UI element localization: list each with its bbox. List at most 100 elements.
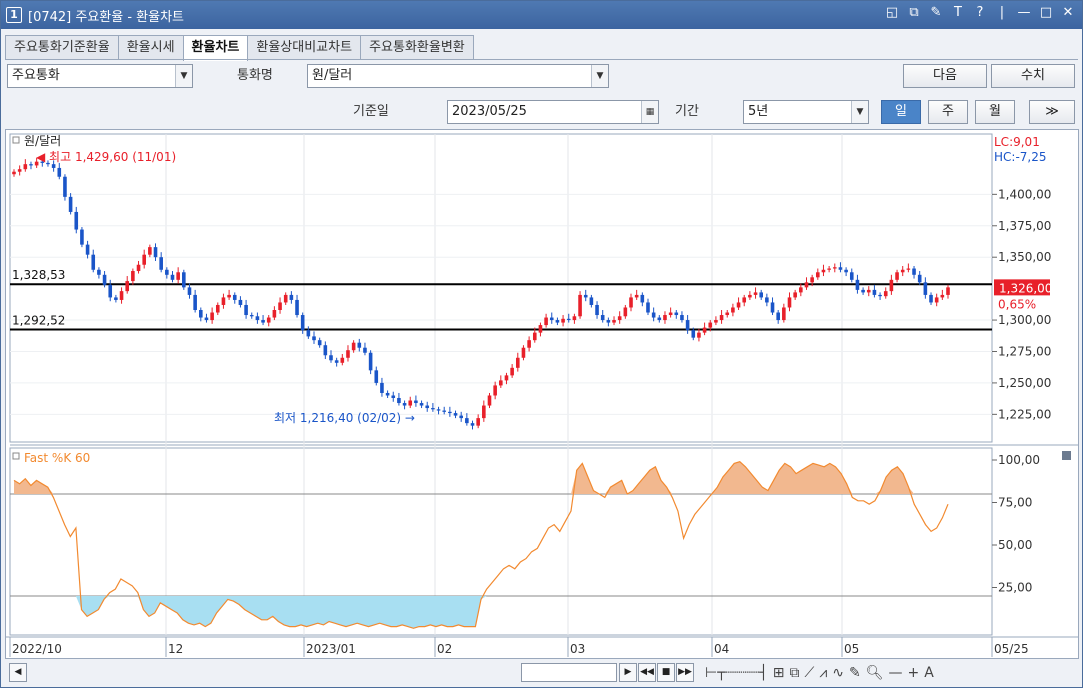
zoom-in-icon[interactable]: + [907, 665, 919, 681]
candle-body [765, 297, 769, 303]
period-select[interactable]: 5년 ▼ [743, 100, 869, 124]
zoom-slider-icon[interactable]: ⊢┬┈┈┈┈┤ [705, 665, 768, 681]
scroll-thumb[interactable] [521, 663, 617, 682]
tab-0[interactable]: 주요통화기준환율 [5, 35, 119, 60]
tab-3[interactable]: 환율상대비교차트 [247, 35, 362, 60]
period-button-0[interactable]: 일 [881, 100, 921, 124]
candle-body [419, 403, 424, 406]
window-number-icon[interactable]: 1 [6, 7, 22, 23]
scroll-right-icon[interactable]: ▶ [619, 663, 637, 682]
candle-body [770, 302, 775, 313]
candle-body [640, 294, 645, 303]
candle-body [187, 287, 192, 295]
titlebar-icon-7[interactable]: □ [1038, 5, 1054, 20]
candle-body [306, 330, 311, 337]
font-icon[interactable]: A [924, 665, 934, 681]
candle-body [487, 395, 492, 406]
candle-body [900, 269, 905, 273]
title-bar: 1 [0742] 주요환율 - 환율차트 ◱ ⧉ ✎ T? | — □ ✕ [1, 1, 1082, 29]
rewind-icon[interactable]: ◀◀ [638, 663, 656, 682]
stop-icon[interactable]: ■ [657, 663, 675, 682]
value-button[interactable]: 수치 [991, 64, 1075, 88]
titlebar-icon-2[interactable]: ✎ [928, 5, 944, 20]
candle-body [555, 320, 560, 323]
candle-body [929, 294, 933, 303]
zoom-out-icon[interactable]: — [888, 665, 902, 681]
candle-body [414, 400, 418, 404]
candle-body [453, 413, 458, 416]
candle-body [561, 318, 565, 323]
titlebar-icon-4[interactable]: ? [972, 5, 988, 20]
candle-body [521, 347, 526, 358]
split-icon[interactable]: ⧉ [790, 665, 800, 681]
wave-tool-icon[interactable]: ∿ [832, 665, 844, 681]
candle-body [923, 282, 928, 295]
titlebar-icon-5[interactable]: | [994, 5, 1010, 20]
candle-body [832, 267, 837, 269]
reference-line-label: 1,328,53 [12, 268, 65, 282]
titlebar-icon-8[interactable]: ✕ [1060, 5, 1076, 20]
titlebar-icon-0[interactable]: ◱ [884, 5, 900, 20]
chevron-down-icon[interactable]: ▼ [851, 101, 868, 123]
candle-body [97, 269, 101, 275]
candle-body [793, 292, 797, 298]
candle-body [866, 289, 871, 293]
currency-group-select[interactable]: 주요통화 ▼ [7, 64, 193, 88]
currency-select[interactable]: 원/달러 ▼ [307, 64, 609, 88]
candle-body [334, 360, 339, 363]
window-title: [0742] 주요환율 - 환율차트 [28, 9, 184, 25]
candle-body [589, 297, 594, 305]
draw-tool-icon[interactable]: ✎ [849, 665, 861, 681]
y-tick-label: 1,225,00 [998, 407, 1051, 421]
titlebar-icon-6[interactable]: — [1016, 5, 1032, 20]
candle-body [295, 299, 299, 316]
candle-body [849, 272, 854, 280]
candle-body [374, 370, 379, 383]
candle-body [827, 268, 831, 270]
candle-body [215, 304, 220, 313]
candle-body [459, 415, 463, 419]
base-date-value: 2023/05/25 [452, 104, 527, 119]
period-button-1[interactable]: 주 [928, 100, 968, 124]
candle-body [63, 176, 67, 197]
trend-tool-icon[interactable]: ⩘ [819, 665, 827, 681]
candle-body [323, 345, 328, 356]
next-button[interactable]: 다음 [903, 64, 987, 88]
candle-body [708, 322, 713, 328]
tab-2[interactable]: 환율차트 [182, 35, 249, 61]
tab-1[interactable]: 환율시세 [117, 35, 184, 60]
candle-body [204, 317, 209, 321]
scroll-left-icon[interactable]: ◀ [9, 663, 27, 682]
candle-body [108, 284, 113, 298]
candle-body [912, 268, 916, 275]
candle-body [657, 317, 662, 321]
titlebar-icon-1[interactable]: ⧉ [906, 5, 922, 20]
play-icon[interactable]: ▶▶ [676, 663, 694, 682]
chevron-down-icon[interactable]: ▼ [591, 65, 608, 87]
x-tick-label: 03 [570, 642, 585, 656]
candle-body [136, 264, 141, 272]
candle-body [482, 405, 486, 419]
calendar-icon[interactable]: ▦ [641, 101, 658, 123]
chart-scrollbar[interactable]: ◀ ▶ ◀◀ ■ ▶▶ ⊢┬┈┈┈┈┤ ⊞ ⧉ ⟋ ⩘ ∿ ✎ 🔍︎ — + A [5, 662, 1079, 684]
tab-4[interactable]: 주요통화환율변환 [360, 35, 474, 60]
candle-body [91, 254, 96, 270]
titlebar-icon-3[interactable]: T [950, 5, 966, 20]
candle-body [227, 294, 231, 298]
layout-icon[interactable]: ⊞ [773, 665, 785, 681]
candle-body [238, 299, 243, 305]
candle-body [210, 312, 214, 321]
more-periods-button[interactable]: ≫ [1029, 100, 1075, 124]
chart-toolbar: ⊢┬┈┈┈┈┤ ⊞ ⧉ ⟋ ⩘ ∿ ✎ 🔍︎ — + A [705, 662, 934, 684]
candle-body [736, 302, 741, 308]
candle-body [317, 340, 322, 346]
period-button-2[interactable]: 월 [975, 100, 1015, 124]
candle-body [697, 332, 701, 338]
base-date-input[interactable]: 2023/05/25 ▦ [447, 100, 659, 124]
line-tool-icon[interactable]: ⟋ [805, 665, 815, 681]
candle-body [510, 367, 514, 376]
candle-body [470, 423, 475, 426]
chart-area[interactable]: 2022/10 12 2023/01 02 03 04 05 05/25 1,400,00 1,3… [5, 129, 1079, 659]
chevron-down-icon[interactable]: ▼ [175, 65, 192, 87]
search-icon[interactable]: 🔍︎ [866, 665, 884, 681]
